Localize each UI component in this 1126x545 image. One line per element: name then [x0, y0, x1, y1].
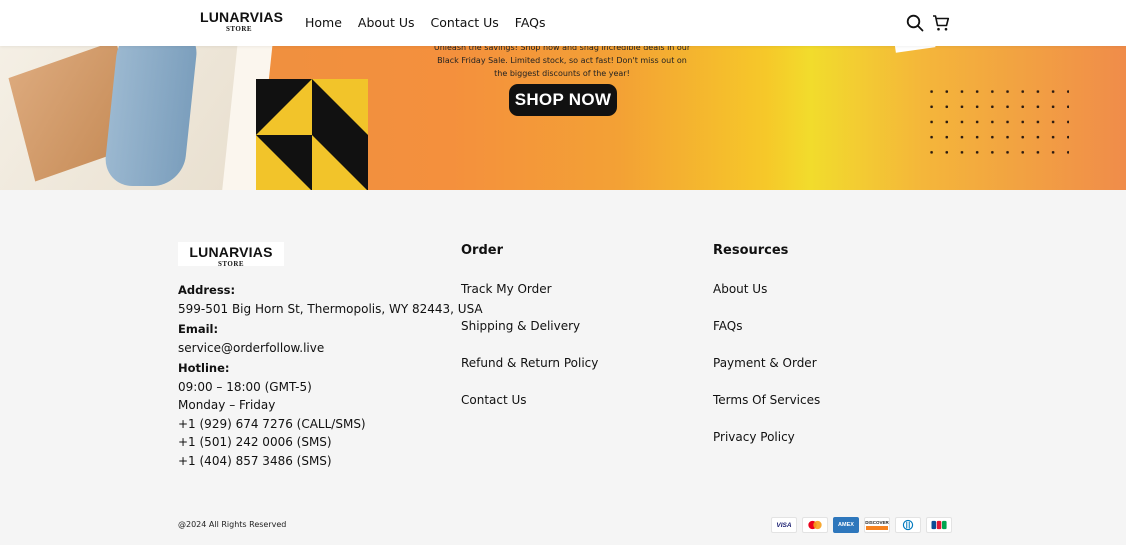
address-block: Address: 599-501 Big Horn St, Thermopoli…	[178, 281, 483, 318]
hotline-hours: 09:00 – 18:00 (GMT-5)	[178, 379, 312, 394]
site-header: LUNARVIAS STORE Home About Us Contact Us…	[0, 0, 1126, 46]
banner-text-line-3: the biggest discounts of the year!	[494, 69, 630, 78]
address-value: 599-501 Big Horn St, Thermopolis, WY 824…	[178, 301, 483, 316]
banner-corner-shape	[894, 46, 936, 53]
discover-icon: DISCOVER	[864, 517, 890, 533]
banner-text-line-2: Black Friday Sale. Limited stock, so act…	[437, 56, 687, 65]
email-block: Email: service@orderfollow.live	[178, 320, 324, 357]
person-arm-image	[102, 46, 200, 186]
dot-pattern	[924, 84, 1069, 164]
banner-text-line-1: Unleash the savings! Shop now and snag i…	[433, 46, 691, 52]
link-payment-order[interactable]: Payment & Order	[713, 356, 817, 370]
geometric-pattern	[256, 79, 368, 190]
shop-now-button[interactable]: SHOP NOW	[509, 84, 617, 116]
promo-banner: Unleash the savings! Shop now and snag i…	[0, 46, 1126, 190]
copyright-text: @2024 All Rights Reserved	[178, 520, 287, 529]
email-value[interactable]: service@orderfollow.live	[178, 339, 324, 358]
mastercard-icon	[802, 517, 828, 533]
link-privacy-policy[interactable]: Privacy Policy	[713, 430, 795, 444]
resources-column-title: Resources	[713, 243, 789, 258]
link-terms-of-services[interactable]: Terms Of Services	[713, 393, 820, 407]
footer-logo-text: LUNARVIAS	[189, 244, 273, 260]
amex-icon: AMEX	[833, 517, 859, 533]
hotline-phone-2[interactable]: +1 (501) 242 0006 (SMS)	[178, 433, 366, 452]
email-label: Email:	[178, 322, 219, 336]
link-about-us[interactable]: About Us	[713, 282, 767, 296]
search-icon[interactable]	[906, 14, 924, 32]
link-refund-return-policy[interactable]: Refund & Return Policy	[461, 356, 598, 370]
banner-photo	[0, 46, 240, 190]
logo-text: LUNARVIAS	[200, 9, 284, 25]
visa-icon: VISA	[771, 517, 797, 533]
nav-contact-us[interactable]: Contact Us	[431, 15, 499, 30]
hotline-block: Hotline: 09:00 – 18:00 (GMT-5) Monday – …	[178, 359, 366, 470]
hotline-label: Hotline:	[178, 361, 230, 375]
link-contact-us[interactable]: Contact Us	[461, 393, 527, 407]
header-logo[interactable]: LUNARVIAS STORE	[200, 9, 284, 36]
hotline-phone-1[interactable]: +1 (929) 674 7276 (CALL/SMS)	[178, 415, 366, 434]
logo-subtext: STORE	[225, 25, 253, 33]
address-label: Address:	[178, 283, 236, 297]
hotline-days: Monday – Friday	[178, 398, 276, 412]
cart-icon[interactable]	[932, 14, 950, 32]
footer-logo[interactable]: LUNARVIAS STORE	[178, 242, 284, 268]
banner-photo-frame	[0, 46, 275, 190]
main-nav: Home About Us Contact Us FAQs	[305, 15, 546, 30]
jcb-icon	[926, 517, 952, 533]
footer-logo-subtext: STORE	[217, 260, 245, 268]
link-shipping-delivery[interactable]: Shipping & Delivery	[461, 319, 580, 333]
nav-about-us[interactable]: About Us	[358, 15, 415, 30]
nav-home[interactable]: Home	[305, 15, 342, 30]
link-faqs[interactable]: FAQs	[713, 319, 743, 333]
diners-club-icon	[895, 517, 921, 533]
order-column-title: Order	[461, 243, 503, 258]
banner-text: Unleash the savings! Shop now and snag i…	[432, 46, 692, 80]
nav-faqs[interactable]: FAQs	[515, 15, 546, 30]
hotline-phone-3[interactable]: +1 (404) 857 3486 (SMS)	[178, 452, 366, 471]
payment-methods: VISA AMEX DISCOVER	[771, 517, 952, 533]
link-track-my-order[interactable]: Track My Order	[461, 282, 552, 296]
